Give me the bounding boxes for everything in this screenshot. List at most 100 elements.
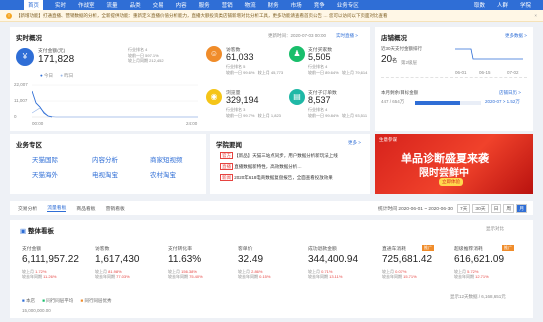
x-tick-start: 00:00 (32, 121, 44, 126)
period-month[interactable]: 月 (516, 203, 527, 213)
academy-item[interactable]: 新闻 2020年618电商数据复盘报告，全面查看投放效果 (220, 174, 333, 181)
nav-item-business[interactable]: 业务专区 (337, 1, 359, 9)
rank-title: 店铺概况 (381, 35, 407, 42)
business-panel: 业务专区 天猫国际 内容分析 商家短视频 天猫海外 电视淘宝 农村淘宝 (10, 134, 206, 194)
link-tmall-global[interactable]: 天猫国际 (32, 154, 58, 164)
nav-item-service[interactable]: 服务 (199, 1, 210, 9)
academy-item[interactable]: 官方 【新品】天猫三站点同步，用户数据分析新玩法上线 (220, 152, 338, 159)
close-icon[interactable]: × (534, 13, 537, 18)
tab-trade[interactable]: 交易分析 (18, 205, 37, 212)
notice-bar: ! 【新增功能】打通直播、营销数据的分析，全新提供功能：重新定义直播价值分析能力… (0, 10, 543, 22)
visitor-icon: ☺ (206, 46, 222, 62)
badge-ztc: 推广 (422, 245, 434, 251)
kpi-super-recommend[interactable]: 超级推荐消耗 616,621.09 较上月 5.72% 较去年同期 12.71% (454, 245, 504, 279)
date-range[interactable]: 统计时间 2020-06-01 ~ 2020-06-30 (378, 205, 453, 212)
rank-tick-1: 06-01 (455, 70, 467, 75)
banner-line2: 限时尝鲜中 (419, 168, 469, 179)
nav-item-category[interactable]: 品类 (130, 1, 141, 9)
link-short-video[interactable]: 商家短视频 (150, 154, 183, 164)
x-tick-end: 24:00 (186, 121, 198, 126)
visitors-sub: 行业排名 5 较前一日 99.6% 较上月 45,773 (226, 64, 284, 75)
rank-link[interactable]: 更多数据 > (505, 33, 527, 39)
nav-item-finance[interactable]: 财务 (268, 1, 279, 9)
period-30d[interactable]: 30天 (472, 203, 489, 213)
academy-panel: 学院要闻 更多 > 官方 【新品】天猫三站点同步，用户数据分析新玩法上线 直播 … (210, 134, 370, 194)
kpi-conversion[interactable]: 支付转化率 11.63% 较上月 156.38% 较去年同期 75.40% (168, 245, 203, 279)
payment-sub: 行业排名 4 较前一日 597.1% 较上月同期 212,452 (128, 47, 164, 63)
nav-item-academy[interactable]: 学院 (520, 1, 531, 9)
pageviews-sub: 行业排名 3 较前一日 99.7% 较上月 1,823 (226, 107, 281, 118)
kpi-payment[interactable]: 支付金额 6,111,957.22 较上月 1.72% 较去年同期 11.26% (22, 245, 79, 279)
rank-tick-2: 06-15 (479, 70, 491, 75)
visitors-value: 61,033 (226, 52, 254, 62)
warning-icon: ! (6, 12, 12, 19)
target-sub: 447 / 654万 (381, 99, 405, 104)
order-icon: ▤ (289, 89, 305, 105)
buyers-sub: 行业排名 4 较前一日 89.64% 较上月 79,614 (308, 64, 368, 75)
banner-brand: 生意参谋 (379, 137, 397, 142)
link-tv-taobao[interactable]: 电视淘宝 (92, 169, 118, 179)
kpi-refund[interactable]: 成功退款金额 344,400.94 较上月 0.71% 较去年同期 13.11% (308, 245, 358, 279)
rank-value: 20名 (381, 54, 398, 65)
academy-link[interactable]: 更多 > (348, 140, 361, 146)
core-panel: ▣ 整体看板 显示对比 支付金额 6,111,957.22 较上月 1.72% 较去… (10, 220, 533, 318)
promo-banner[interactable]: 生意参谋 单品诊断盛夏来袭 限时尝鲜中 立即体验 (375, 134, 533, 194)
realtime-chart (32, 84, 198, 118)
kpi-visitors[interactable]: 访客数 1,617,430 较上月 81.98% 较去年同期 77.03% (95, 245, 140, 279)
core-y-tick: 15,000,000.00 (22, 308, 51, 313)
badge-super-recommend: 推广 (502, 245, 514, 251)
nav-item-marketing[interactable]: 营销 (222, 1, 233, 9)
rank-label: 近30天支付金额排行 (381, 46, 423, 51)
rank-tick-3: 07-02 (507, 70, 519, 75)
realtime-link[interactable]: 实时直播 > (336, 33, 358, 39)
target-link-2[interactable]: 2020-07 > 1.52万 (485, 99, 520, 105)
rank-chart (455, 48, 523, 60)
realtime-panel: 实时概况 更新时间：2020-07-03 00:00 实时直播 > ¥ 支付金额… (10, 27, 370, 131)
core-footer: 显示12天数据 / 6,168,651元 (450, 294, 506, 299)
period-week[interactable]: 周 (503, 203, 515, 213)
nav-item-crowd[interactable]: 人群 (497, 1, 508, 9)
academy-item[interactable]: 直播 直播数据新特性，高效数据分析… (220, 163, 302, 170)
tab-bar: 交易分析 流量看板 商品看板 营销看板 统计时间 2020-06-01 ~ 20… (10, 201, 533, 215)
rank-panel: 店铺概况 更多数据 > 近30天支付金额排行 20名 第2级层 06-01 06… (375, 27, 533, 131)
nav-item-competition[interactable]: 竞争 (314, 1, 325, 9)
nav-item-trade[interactable]: 交易 (153, 1, 164, 9)
nav-item-realtime[interactable]: 实时 (55, 1, 66, 9)
nav-item-logistics[interactable]: 物流 (245, 1, 256, 9)
link-tmall-overseas[interactable]: 天猫海外 (32, 169, 58, 179)
nav-item-fetch[interactable]: 取数 (474, 1, 485, 9)
tab-product[interactable]: 商品看板 (76, 205, 95, 212)
core-legend: ■ 本店 ■ 同行同层平均 ■ 同行同层优秀 (22, 298, 112, 303)
nav-item-home[interactable]: 首页 (24, 0, 44, 10)
link-rural-taobao[interactable]: 农村淘宝 (150, 169, 176, 179)
tab-marketing[interactable]: 营销看板 (106, 205, 125, 212)
link-content-analysis[interactable]: 内容分析 (92, 154, 118, 164)
banner-cta[interactable]: 立即体验 (439, 178, 463, 186)
realtime-updated: 更新时间：2020-07-03 00:00 (268, 33, 327, 38)
chart-legend: ● 今日 ● 昨日 (40, 73, 74, 78)
nav-item-content[interactable]: 内容 (176, 1, 187, 9)
core-title: ▣ 整体看板 (20, 228, 54, 235)
payment-label: 支付金额(元) (38, 49, 66, 54)
y-tick-zero: 0 (14, 114, 17, 119)
orders-sub: 行业排名 4 较前一日 99.84% 较上月 93,511 (308, 107, 368, 118)
tab-traffic[interactable]: 流量看板 (47, 204, 67, 212)
pageviews-value: 329,194 (226, 95, 259, 105)
target-link[interactable]: 店铺日历 > (499, 90, 521, 96)
compare-toggle[interactable]: 显示对比 (486, 226, 504, 232)
nav-item-market[interactable]: 市场 (291, 1, 302, 9)
kpi-avg-order[interactable]: 客单价 32.49 较上月 2.86% 较去年同期 0.15% (238, 245, 270, 279)
period-day[interactable]: 日 (490, 203, 502, 213)
payment-value: 171,828 (38, 54, 75, 65)
buyers-value: 5,505 (308, 52, 331, 62)
target-progress-fill (415, 101, 460, 105)
nav-right: 取数 人群 学院 (474, 1, 543, 9)
period-7d[interactable]: 7天 (456, 203, 471, 213)
business-title: 业务专区 (16, 142, 42, 149)
top-nav: 首页 实时 作战室 流量 品类 交易 内容 服务 营销 物流 财务 市场 竞争 … (0, 0, 543, 10)
realtime-title: 实时概况 (16, 35, 42, 42)
nav-item-traffic[interactable]: 流量 (107, 1, 118, 9)
academy-title: 学院要闻 (216, 142, 242, 149)
nav-item-warroom[interactable]: 作战室 (78, 1, 95, 9)
rank-divider (381, 77, 527, 78)
